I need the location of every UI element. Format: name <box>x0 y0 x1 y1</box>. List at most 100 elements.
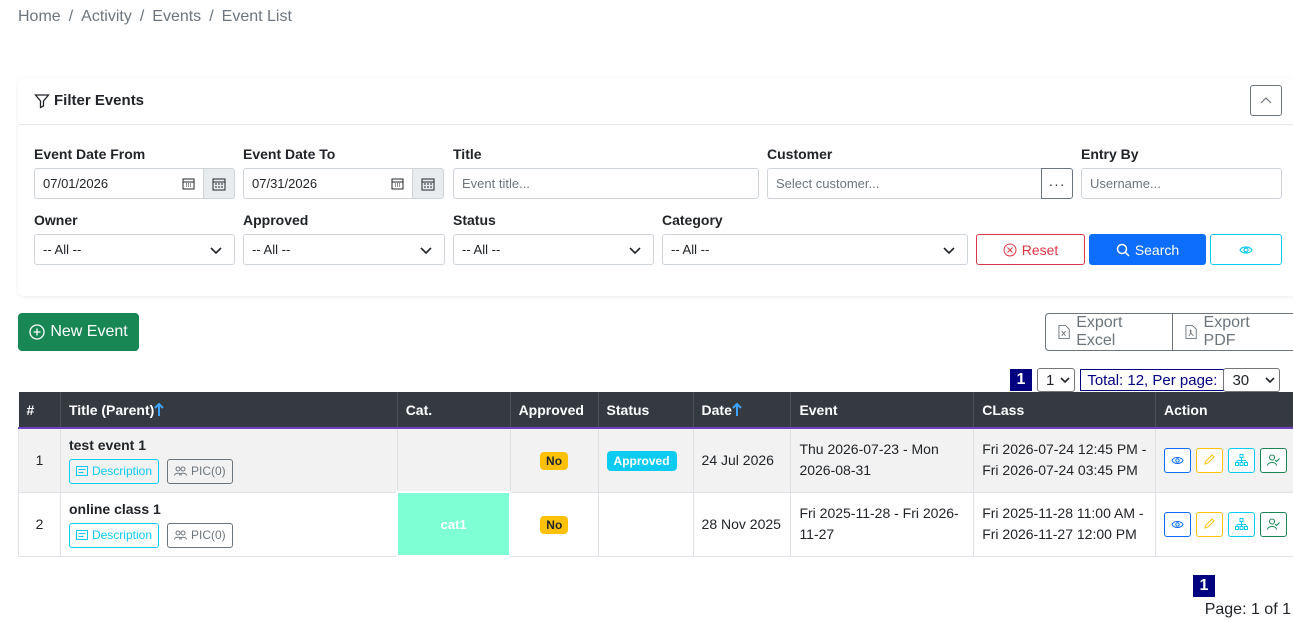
event-date-to-value: 07/31/2026 <box>252 176 318 191</box>
breadcrumb-separator: / <box>139 8 145 25</box>
pic-label: PIC(0) <box>191 528 226 542</box>
owner-select[interactable]: -- All -- <box>34 234 235 265</box>
event-date-from-input[interactable]: 07/01/2026 <box>34 168 204 199</box>
category-select[interactable]: -- All -- <box>662 234 968 265</box>
search-button[interactable]: Search <box>1089 234 1206 265</box>
description-button[interactable]: Description <box>68 522 159 548</box>
title-input[interactable]: Event title... <box>453 168 759 199</box>
filter-title: Filter Events <box>34 92 144 109</box>
date-from-calendar-button[interactable] <box>204 168 235 199</box>
toggle-view-button[interactable] <box>1210 234 1282 265</box>
col-approved: Approved <box>510 392 599 429</box>
per-page-select[interactable]: 30 <box>1223 368 1281 392</box>
view-button[interactable] <box>1163 511 1191 537</box>
customer-input[interactable]: Select customer... <box>767 168 1042 199</box>
close-circle-icon <box>1003 243 1017 256</box>
row-approved-cell: No <box>509 491 599 557</box>
entry-by-input[interactable]: Username... <box>1081 168 1282 199</box>
entry-by-label: Entry By <box>1081 146 1139 162</box>
status-select[interactable]: -- All -- <box>453 234 654 265</box>
pager-top: 1 1 Total: 12, Per page: 30 <box>1010 368 1281 392</box>
row-event: Fri 2025-11-28 - Fri 2026-11-27 <box>790 491 975 557</box>
col-status: Status <box>598 392 694 429</box>
col-class: CLass <box>973 392 1156 429</box>
export-excel-button[interactable]: Export Excel <box>1046 314 1172 350</box>
col-title-label: Title (Parent) <box>68 401 155 418</box>
current-page-indicator[interactable]: 1 <box>1193 575 1215 597</box>
file-excel-icon <box>1058 324 1070 340</box>
breadcrumb-events[interactable]: Events <box>152 8 201 26</box>
pencil-icon <box>1204 454 1216 466</box>
export-excel-label: Export Excel <box>1076 314 1123 349</box>
view-button[interactable] <box>1163 447 1191 473</box>
pic-button[interactable]: PIC(0) <box>167 458 233 484</box>
col-title[interactable]: Title (Parent) <box>60 392 398 429</box>
date-to-calendar-button[interactable] <box>413 168 444 199</box>
description-button[interactable]: Description <box>68 458 159 484</box>
row-class: Fri 2026-07-24 12:45 PM - Fri 2026-07-24… <box>973 427 1156 493</box>
approved-label: Approved <box>243 212 309 228</box>
card-text-icon <box>75 466 88 477</box>
assign-user-button[interactable] <box>1259 447 1287 473</box>
current-page-indicator[interactable]: 1 <box>1010 369 1032 391</box>
row-title: test event 1 <box>68 436 147 453</box>
more-icon: ··· <box>1048 175 1066 192</box>
sort-up-icon[interactable] <box>732 402 742 417</box>
breadcrumb-separator: / <box>68 8 74 25</box>
row-title-cell: test event 1 Description PIC(0) <box>59 427 398 493</box>
export-group: Export Excel Export PDF <box>1045 313 1293 351</box>
pencil-icon <box>1204 518 1216 529</box>
collapse-button[interactable] <box>1250 85 1282 116</box>
diagram-icon <box>1234 454 1248 467</box>
breadcrumb-home[interactable]: Home <box>18 8 61 26</box>
row-category: cat1 <box>396 491 512 557</box>
chevron-down-icon <box>629 247 641 255</box>
chevron-down-icon <box>1060 377 1070 384</box>
filter-title-text: Filter Events <box>54 92 145 109</box>
breadcrumb: Home / Activity / Events / Event List <box>18 8 292 26</box>
edit-button[interactable] <box>1195 511 1223 537</box>
assign-user-button[interactable] <box>1259 511 1287 537</box>
title-label: Title <box>453 146 482 162</box>
customer-placeholder: Select customer... <box>776 176 880 191</box>
page-select[interactable]: 1 <box>1037 368 1076 392</box>
new-event-button[interactable]: New Event <box>18 313 139 351</box>
eye-icon <box>1239 245 1253 254</box>
filter-icon <box>34 93 50 109</box>
breadcrumb-event-list: Event List <box>221 8 292 25</box>
status-label: Status <box>453 212 496 228</box>
row-actions <box>1154 427 1293 493</box>
calendar-icon[interactable] <box>182 177 195 190</box>
reset-button[interactable]: Reset <box>976 234 1085 265</box>
people-icon <box>174 466 187 476</box>
export-pdf-button[interactable]: Export PDF <box>1172 314 1293 350</box>
breadcrumb-activity[interactable]: Activity <box>81 8 132 26</box>
hierarchy-button[interactable] <box>1227 447 1255 473</box>
file-pdf-icon <box>1185 324 1198 340</box>
description-label: Description <box>91 528 152 542</box>
event-date-to-input[interactable]: 07/31/2026 <box>243 168 413 199</box>
edit-button[interactable] <box>1195 447 1223 473</box>
hierarchy-button[interactable] <box>1227 511 1255 537</box>
sort-up-icon[interactable] <box>154 402 164 417</box>
chevron-down-icon <box>943 247 955 255</box>
row-number: 1 <box>18 427 61 493</box>
filter-header: Filter Events <box>18 78 1293 125</box>
plus-circle-icon <box>29 324 45 340</box>
calendar-icon[interactable] <box>391 177 404 190</box>
approved-select[interactable]: -- All -- <box>243 234 445 265</box>
title-placeholder: Event title... <box>462 176 530 191</box>
calendar-icon <box>212 178 226 190</box>
customer-picker-button[interactable]: ··· <box>1041 168 1073 199</box>
pic-button[interactable]: PIC(0) <box>167 522 233 548</box>
chevron-down-icon <box>1265 377 1275 384</box>
eye-icon <box>1171 520 1184 528</box>
col-event: Event <box>790 392 975 429</box>
table-row: 1 test event 1 Description PIC(0) No App… <box>18 427 1293 493</box>
col-date-label: Date <box>701 401 732 418</box>
customer-label: Customer <box>767 146 833 162</box>
table-row: 2 online class 1 Description PIC(0) cat1… <box>18 491 1293 557</box>
col-date[interactable]: Date <box>693 392 792 429</box>
page-info: Page: 1 of 1 <box>1204 601 1291 618</box>
description-label: Description <box>91 464 152 479</box>
